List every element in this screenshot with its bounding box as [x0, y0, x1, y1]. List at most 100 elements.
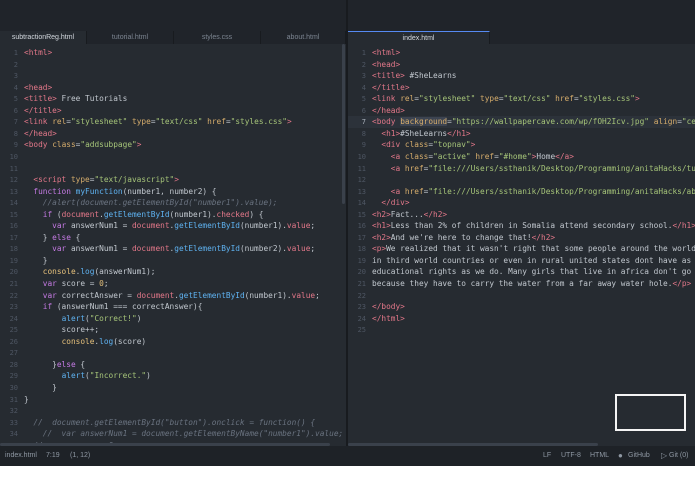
code-text[interactable]: var score = 0;: [24, 278, 109, 290]
code-text[interactable]: <head>: [372, 59, 400, 71]
code-text[interactable]: var answerNum1 = document.getElementById…: [24, 243, 315, 255]
github-icon[interactable]: ●: [618, 446, 623, 466]
tab-about[interactable]: about.html: [261, 31, 346, 44]
left-code-line[interactable]: 4 <head>: [0, 82, 346, 94]
right-code-line[interactable]: 25: [348, 324, 695, 336]
left-code-line[interactable]: 34 // var answerNum1 = document.getEleme…: [0, 428, 346, 440]
code-text[interactable]: </head>: [24, 128, 57, 140]
code-text[interactable]: alert("Incorrect."): [24, 370, 151, 382]
left-code-line[interactable]: 5 <title> Free Tutorials: [0, 93, 346, 105]
code-text[interactable]: <a href="file:///Users/ssthanik/Desktop/…: [372, 163, 695, 175]
tab-tutorial[interactable]: tutorial.html: [87, 31, 174, 44]
code-text[interactable]: }else {: [24, 359, 85, 371]
code-text[interactable]: score++;: [24, 324, 100, 336]
tab-styles[interactable]: styles.css: [174, 31, 261, 44]
right-code-line[interactable]: 20 educational rights as we do. Many girl…: [348, 266, 695, 278]
right-code-line[interactable]: 6 </head>: [348, 105, 695, 117]
status-git[interactable]: Git (0): [669, 446, 688, 466]
code-text[interactable]: </head>: [372, 105, 405, 117]
left-code-line[interactable]: 6 </title>: [0, 105, 346, 117]
left-code-line[interactable]: 3: [0, 70, 346, 82]
left-code-line[interactable]: 15 if (document.getElementById(number1).…: [0, 209, 346, 221]
code-text[interactable]: <h2>Fact...</h2>: [372, 209, 447, 221]
code-text[interactable]: function myFunction(number1, number2) {: [24, 186, 216, 198]
right-code-line[interactable]: 4 </title>: [348, 82, 695, 94]
left-code-line[interactable]: 1 <html>: [0, 47, 346, 59]
code-text[interactable]: </div>: [372, 197, 409, 209]
left-code-line[interactable]: 23 if (answerNum1 === correctAnswer){: [0, 301, 346, 313]
left-code-line[interactable]: 16 var answerNum1 = document.getElementB…: [0, 220, 346, 232]
code-text[interactable]: <body background="https://wallpapercave.…: [372, 116, 695, 128]
right-code-line[interactable]: 14 </div>: [348, 197, 695, 209]
left-editor[interactable]: 37 // if (answerNum1 === correctAnswer)3…: [0, 44, 346, 446]
left-code-line[interactable]: 31}: [0, 394, 346, 406]
right-code-line[interactable]: 17 <h2>And we're here to change that!</h2…: [348, 232, 695, 244]
left-vertical-scrollbar[interactable]: [342, 44, 345, 204]
right-editor[interactable]: 25 24 </html> 23 </body> 22 21 because they hav…: [348, 44, 695, 446]
code-text[interactable]: <p>We realized that it wasn't right that…: [372, 243, 695, 255]
code-text[interactable]: <script type="text/javascript">: [24, 174, 179, 186]
code-text[interactable]: <link rel="stylesheet" type="text/css" h…: [24, 116, 292, 128]
code-text[interactable]: // var answerNum1 = document.getElementB…: [24, 428, 343, 440]
code-text[interactable]: <h2>And we're here to change that!</h2>: [372, 232, 555, 244]
right-code-line[interactable]: 7 <body background="https://wallpapercave…: [348, 116, 695, 129]
code-text[interactable]: <html>: [372, 47, 400, 59]
code-text[interactable]: //alert(document.getElementById("number1…: [24, 197, 278, 209]
left-code-line[interactable]: 32: [0, 405, 346, 417]
right-code-line[interactable]: 3 <title> #SheLearns: [348, 70, 695, 82]
right-code-line[interactable]: 16 <h1>Less than 2% of children in Somali…: [348, 220, 695, 232]
code-text[interactable]: <a class="active" href="#home">Home</a>: [372, 151, 574, 163]
code-text[interactable]: </html>: [372, 313, 405, 325]
tab-index[interactable]: index.html: [348, 31, 490, 44]
status-github[interactable]: GitHub: [628, 446, 650, 466]
code-text[interactable]: }: [24, 394, 29, 406]
code-text[interactable]: <a href="file:///Users/ssthanik/Desktop/…: [372, 186, 695, 198]
status-line-ending[interactable]: LF: [543, 446, 551, 466]
code-text[interactable]: console.log(answerNum1);: [24, 266, 156, 278]
left-code-line[interactable]: 17 } else {: [0, 232, 346, 244]
code-text[interactable]: <h1>Less than 2% of children in Somalia …: [372, 220, 695, 232]
code-text[interactable]: }: [24, 255, 48, 267]
left-code-line[interactable]: 27: [0, 347, 346, 359]
code-text[interactable]: console.log(score): [24, 336, 147, 348]
left-code-line[interactable]: 22 var correctAnswer = document.getEleme…: [0, 290, 346, 302]
right-code-line[interactable]: 13 <a href="file:///Users/ssthanik/Deskt…: [348, 186, 695, 198]
status-file[interactable]: index.html: [5, 446, 37, 466]
left-code-line[interactable]: 12 <script type="text/javascript">: [0, 174, 346, 186]
left-code-line[interactable]: 18 var answerNum1 = document.getElementB…: [0, 243, 346, 255]
code-text[interactable]: if (document.getElementById(number1).che…: [24, 209, 264, 221]
code-text[interactable]: </title>: [372, 82, 410, 94]
right-code-line[interactable]: 11 <a href="file:///Users/ssthanik/Deskt…: [348, 163, 695, 175]
left-code-line[interactable]: 14 //alert(document.getElementById("numb…: [0, 197, 346, 209]
code-text[interactable]: if (answerNum1 === correctAnswer){: [24, 301, 203, 313]
left-code-line[interactable]: 25 score++;: [0, 324, 346, 336]
left-code-line[interactable]: 29 alert("Incorrect."): [0, 370, 346, 382]
left-code-line[interactable]: 26 console.log(score): [0, 336, 346, 348]
status-grammar[interactable]: HTML: [590, 446, 609, 466]
code-text[interactable]: because they have to carry the water fro…: [372, 278, 691, 290]
code-text[interactable]: }: [24, 382, 57, 394]
code-text[interactable]: <link rel="stylesheet" type="text/css" h…: [372, 93, 640, 105]
left-code-line[interactable]: 30 }: [0, 382, 346, 394]
code-text[interactable]: <head>: [24, 82, 52, 94]
code-text[interactable]: var correctAnswer = document.getElementB…: [24, 290, 320, 302]
right-code-line[interactable]: 8 <h1>#SheLearns</h1>: [348, 128, 695, 140]
left-code-line[interactable]: 21 var score = 0;: [0, 278, 346, 290]
right-code-line[interactable]: 21 because they have to carry the water f…: [348, 278, 695, 290]
left-code-line[interactable]: 24 alert("Correct!"): [0, 313, 346, 325]
right-code-line[interactable]: 9 <div class="topnav">: [348, 139, 695, 151]
left-code-line[interactable]: 9 <body class="addsubpage">: [0, 139, 346, 151]
left-code-line[interactable]: 19 }: [0, 255, 346, 267]
left-code-line[interactable]: 20 console.log(answerNum1);: [0, 266, 346, 278]
left-code-line[interactable]: 10: [0, 151, 346, 163]
right-code-line[interactable]: 23 </body>: [348, 301, 695, 313]
left-code-line[interactable]: 8 </head>: [0, 128, 346, 140]
code-text[interactable]: <title> Free Tutorials: [24, 93, 127, 105]
git-icon[interactable]: ▷: [661, 446, 667, 466]
code-text[interactable]: // document.getElementById("button").onc…: [24, 417, 315, 429]
right-code-line[interactable]: 18 <p>We realized that it wasn't right th…: [348, 243, 695, 255]
right-code-line[interactable]: 10 <a class="active" href="#home">Home</…: [348, 151, 695, 163]
left-code-line[interactable]: 28 }else {: [0, 359, 346, 371]
right-code-line[interactable]: 2 <head>: [348, 59, 695, 71]
code-text[interactable]: <body class="addsubpage">: [24, 139, 141, 151]
